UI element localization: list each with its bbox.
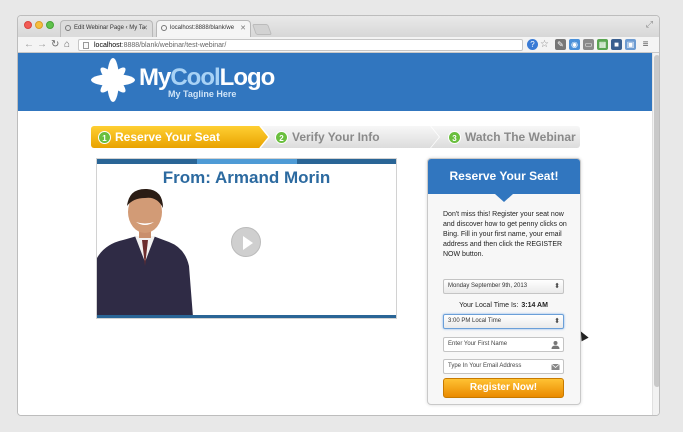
site-logo[interactable]: MyCoolLogo [139,64,276,91]
fullscreen-icon[interactable]: ⤢ [646,19,653,30]
registration-form: Reserve Your Seat! Don't miss this! Regi… [427,158,581,405]
extension-grid-icon[interactable]: ▦ [597,39,608,50]
home-icon[interactable]: ⌂ [64,38,70,52]
site-tagline: My Tagline Here [168,89,237,99]
url-host: localhost [94,42,122,49]
webinar-date-select[interactable]: Monday September 9th, 2013 ⬍ [443,279,564,294]
time-value: 3:00 PM Local Time [448,318,502,324]
webinar-time-select[interactable]: 3:00 PM Local Time ⬍ [443,314,564,329]
step-label: Reserve Your Seat [115,130,220,144]
step-watch-webinar: 3 Watch The Webinar [431,126,580,148]
step-label: Verify Your Info [292,130,380,144]
tab-label: Edit Webinar Page ‹ My Ta [74,25,146,31]
close-tab-icon[interactable]: ✕ [240,24,246,32]
logo-logo: Logo [219,64,276,91]
close-tab-icon[interactable]: ✕ [142,24,148,32]
envelope-icon [551,363,560,370]
favicon-icon [65,25,71,31]
tab-strip: Edit Webinar Page ‹ My Ta ✕ localhost:88… [18,16,659,37]
browser-toolbar: ← → ↻ ⌂ localhost:8888/blank/webinar/tes… [18,37,659,53]
scrollbar-thumb[interactable] [654,55,659,387]
user-icon [551,341,560,349]
play-icon [243,236,253,250]
heading-arrow [495,194,513,202]
register-now-button[interactable]: Register Now! [443,378,564,398]
back-arrow-icon[interactable]: ← [24,38,34,52]
tab-edit-webinar[interactable]: Edit Webinar Page ‹ My Ta ✕ [60,20,153,37]
step-number-badge: 3 [448,131,461,145]
bookmark-star-icon[interactable]: ☆ [539,39,550,50]
menu-icon[interactable]: ≡ [640,39,651,50]
help-icon[interactable]: ? [527,39,538,50]
play-button[interactable] [231,227,261,257]
form-description: Don't miss this! Register your seat now … [443,211,567,258]
video-top-band-highlight [197,159,297,164]
address-bar[interactable]: localhost:8888/blank/webinar/test-webina… [78,39,523,51]
url-path: :8888/blank/webinar/test-webinar/ [121,42,227,49]
step-number-badge: 1 [98,131,111,145]
logo-my: My [139,64,171,91]
first-name-placeholder: Enter Your First Name [448,341,508,347]
forward-arrow-icon[interactable]: → [37,38,47,52]
email-placeholder: Type In Your Email Address [448,363,522,369]
step-reserve-seat: 1 Reserve Your Seat [91,126,268,148]
video-bottom-band [97,315,396,318]
form-heading: Reserve Your Seat! [428,159,580,194]
extension-globe-icon[interactable]: ◉ [569,39,580,50]
progress-steps: 1 Reserve Your Seat 2 Verify Your Info 3 Wa… [91,126,580,148]
logo-star-icon [91,58,135,102]
local-time-label: Your Local Time Is: [459,302,519,309]
reload-icon[interactable]: ↻ [51,38,59,52]
extension-box-icon[interactable]: ■ [611,39,622,50]
extension-window-icon[interactable]: ▣ [625,39,636,50]
zoom-window-button[interactable] [46,21,54,29]
step-label: Watch The Webinar [465,130,576,144]
new-tab-button[interactable] [251,24,273,35]
tab-label: localhost:8888/blank/we [170,25,235,31]
close-window-button[interactable] [24,21,32,29]
select-arrows-icon: ⬍ [554,283,560,290]
page-scrollbar[interactable] [652,53,659,415]
email-input[interactable]: Type In Your Email Address [443,359,564,374]
favicon-icon [161,25,167,31]
video-player[interactable]: From: Armand Morin [96,158,397,319]
page-viewport: MyCoolLogo My Tagline Here 1 Reserve Your… [18,53,659,415]
select-arrows-icon: ⬍ [554,318,560,325]
site-header: MyCoolLogo My Tagline Here [18,53,652,111]
page-icon [83,42,89,49]
local-time-value: 3:14 AM [521,302,548,309]
date-value: Monday September 9th, 2013 [448,283,528,289]
extension-tools-icon[interactable]: ✎ [555,39,566,50]
minimize-window-button[interactable] [35,21,43,29]
video-title: From: Armand Morin [162,168,331,187]
step-number-badge: 2 [275,131,288,145]
local-time: Your Local Time Is: 3:14 AM [443,301,564,310]
step-verify-info: 2 Verify Your Info [261,126,439,148]
extension-screen-icon[interactable]: ▭ [583,39,594,50]
presenter-photo [97,188,193,317]
logo-cool: Cool [170,64,220,91]
first-name-input[interactable]: Enter Your First Name [443,337,564,352]
browser-window: Edit Webinar Page ‹ My Ta ✕ localhost:88… [17,15,660,416]
tab-localhost[interactable]: localhost:8888/blank/we ✕ [156,20,251,37]
